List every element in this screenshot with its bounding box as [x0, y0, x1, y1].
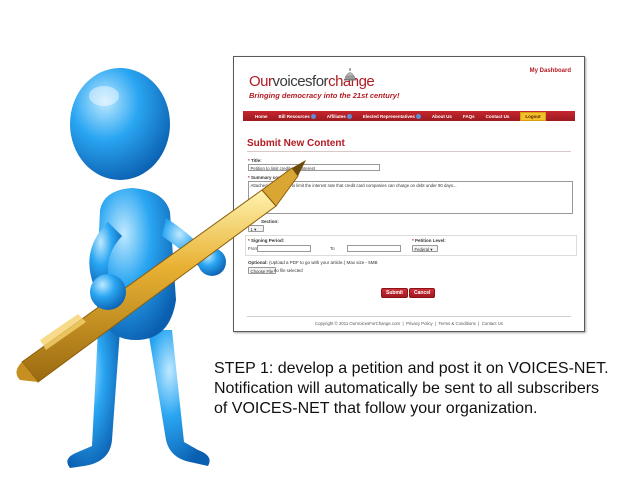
petition-level-select[interactable]: Federal ▾	[412, 245, 438, 252]
nav-label: About Us	[431, 113, 452, 119]
page-title: Submit New Content	[247, 138, 345, 149]
summary-label: * Summary comments:	[248, 175, 297, 180]
signing-period-label-text: Signing Period:	[251, 238, 285, 243]
nav-label: Affiliates	[326, 113, 346, 119]
signing-period-label: * Signing Period:	[248, 238, 285, 243]
optional-label: Optional: (Upload a PDF to go with your …	[248, 260, 378, 265]
website-screenshot: Ourvoicesforchange Bringing democracy in…	[233, 56, 585, 332]
footer-separator: |	[478, 321, 480, 326]
step-caption: STEP 1: develop a petition and post it o…	[214, 360, 609, 417]
nav-item-faqs[interactable]: FAQs	[463, 114, 475, 119]
nav-label: Home	[255, 113, 268, 119]
logo-for: for	[312, 73, 329, 90]
figure-right-hand	[198, 248, 226, 276]
dropdown-badge-icon	[310, 113, 316, 119]
section-select-value: 1	[250, 226, 253, 232]
nav-label: Contact Us	[485, 113, 510, 119]
figure-head	[70, 68, 170, 180]
nav-item-contact-us[interactable]: Contact Us	[486, 114, 510, 119]
nav-item-affiliates[interactable]: Affiliates	[326, 113, 352, 119]
nav-label: FAQs	[462, 113, 475, 119]
website-page: Ourvoicesforchange Bringing democracy in…	[239, 62, 579, 326]
logo-our: Our	[249, 73, 273, 90]
nav-item-bill-resources[interactable]: Bill Resources	[278, 113, 316, 119]
my-dashboard-link[interactable]: My Dashboard	[530, 68, 571, 74]
logout-button[interactable]: Logout	[520, 111, 546, 121]
logo-text: Ourvoicesforchange	[249, 74, 399, 90]
from-date-input[interactable]	[257, 245, 311, 252]
submit-button[interactable]: Submit	[381, 288, 408, 298]
dropdown-badge-icon	[415, 113, 421, 119]
optional-help-text: (Upload a PDF to go with your article.) …	[269, 260, 378, 265]
section-label: Section:	[261, 219, 279, 224]
nav-label: Elected Representatives	[362, 113, 415, 119]
nav-item-about-us[interactable]: About Us	[432, 114, 452, 119]
title-divider	[247, 151, 571, 152]
nav-item-home[interactable]: Home	[255, 114, 268, 119]
dropdown-badge-icon	[346, 113, 352, 119]
choose-file-button[interactable]: Choose File	[248, 267, 276, 274]
cancel-button[interactable]: Cancel	[409, 288, 436, 298]
figure-right-arm	[162, 218, 212, 272]
to-date-input[interactable]	[347, 245, 401, 252]
main-nav: Home Bill Resources Affiliates Elected R…	[243, 111, 575, 121]
figure-left-hand	[90, 274, 126, 310]
nav-item-elected-representatives[interactable]: Elected Representatives	[362, 113, 421, 119]
site-logo[interactable]: Ourvoicesforchange Bringing democracy in…	[249, 68, 400, 100]
title-label-text: Title:	[251, 158, 262, 163]
footer-privacy-link[interactable]: Privacy Policy	[406, 321, 433, 326]
footer-separator: |	[402, 321, 404, 326]
petition-level-label: * Petition Level:	[412, 238, 446, 243]
no-file-text: no file selected	[274, 268, 303, 273]
to-label: To	[330, 246, 335, 251]
footer-contact-link[interactable]: Contact Us	[482, 321, 503, 326]
section-select[interactable]: 1 ▾	[248, 225, 264, 232]
footer-divider	[247, 316, 571, 317]
nav-label: Bill Resources	[278, 113, 310, 119]
title-label: * Title:	[248, 158, 262, 163]
figure-left-arm	[89, 222, 122, 290]
footer-separator: |	[435, 321, 437, 326]
figure-torso	[96, 188, 176, 340]
logo-tagline: Bringing democracy into the 21st century…	[249, 91, 400, 100]
footer-terms-link[interactable]: Terms & Conditions	[439, 321, 476, 326]
petition-level-value: Federal	[414, 246, 430, 252]
capitol-dome-icon	[344, 68, 356, 81]
petition-level-label-text: Petition Level:	[415, 238, 446, 243]
summary-textarea[interactable]: Attached is a petition to limit the inte…	[248, 181, 573, 214]
optional-label-text: Optional:	[248, 260, 268, 265]
site-footer: Copyright © 2011 OurVoicesForChange.com …	[239, 321, 579, 326]
title-input[interactable]: Petition to limit credit card interest	[248, 164, 380, 171]
footer-copyright: Copyright © 2011 OurVoicesForChange.com	[315, 321, 401, 326]
summary-label-text: Summary comments:	[251, 175, 297, 180]
figure-legs	[67, 330, 210, 468]
logo-voices: voices	[272, 73, 313, 90]
